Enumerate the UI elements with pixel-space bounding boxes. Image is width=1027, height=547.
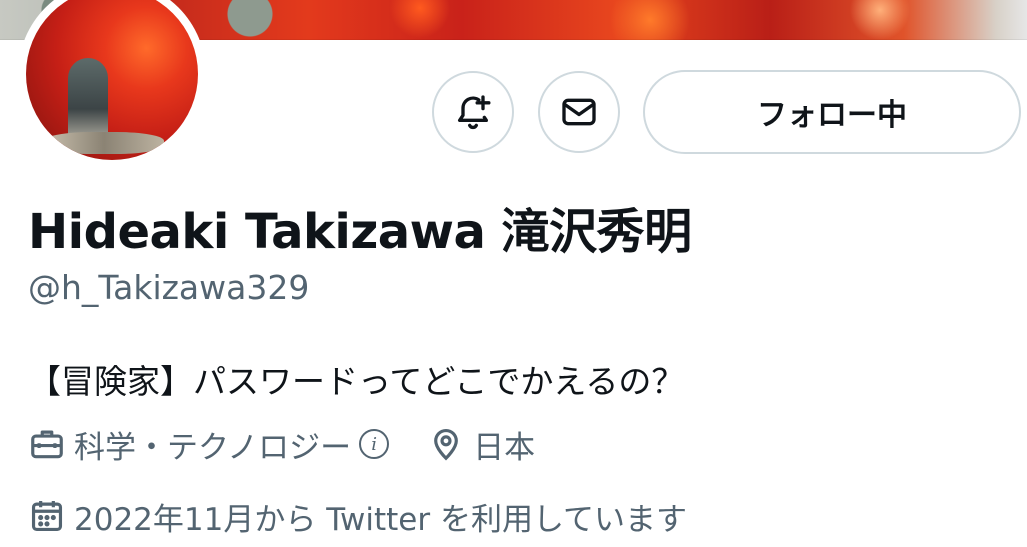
profile-meta-row: 科学・テクノロジー i 日本 [28, 424, 536, 466]
briefcase-icon [28, 425, 66, 463]
notify-button[interactable] [432, 71, 514, 153]
category-label: 科学・テクノロジー [74, 429, 352, 466]
calendar-icon [28, 497, 66, 535]
message-button[interactable] [538, 71, 620, 153]
info-icon[interactable]: i [359, 429, 390, 459]
user-handle: @h_Takizawa329 [28, 268, 310, 307]
envelope-icon [562, 98, 596, 126]
following-button[interactable]: フォロー中 [643, 70, 1021, 154]
profile-bio: 【冒険家】パスワードってどこでかえるの？ [28, 362, 685, 401]
avatar-image [26, 0, 198, 160]
avatar-figure [68, 58, 108, 143]
joined-date: 2022年11月から Twitter を利用しています [74, 501, 688, 538]
joined-row: 2022年11月から Twitter を利用しています [28, 496, 688, 538]
avatar[interactable] [18, 0, 206, 168]
display-name: Hideaki Takizawa 滝沢秀明 [28, 204, 692, 260]
location-pin-icon [427, 425, 465, 463]
avatar-rocks [44, 132, 164, 154]
bell-plus-icon [458, 95, 491, 130]
location-label: 日本 [473, 429, 536, 466]
